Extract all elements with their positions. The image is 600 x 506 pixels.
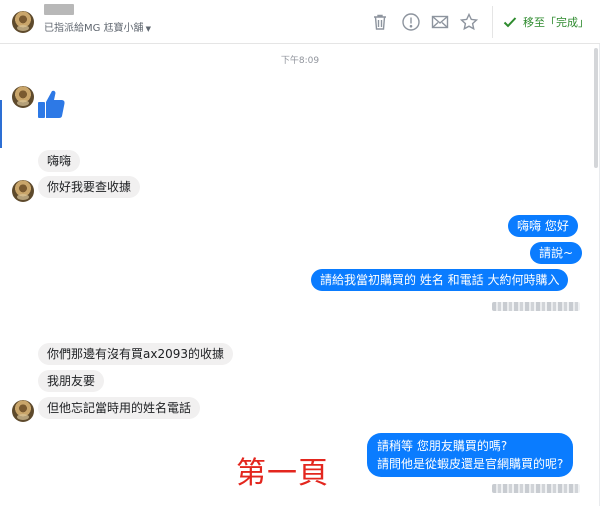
seen-receipt [492, 484, 580, 493]
message-line: 請稍等 您朋友購買的嗎? [377, 439, 508, 453]
message-bubble-outgoing[interactable]: 請給我當初購買的 姓名 和電話 大約何時購入 [311, 269, 569, 291]
conversation-header: 已指派給MG 尪寶小舖 ▼ 移至「完成」 [0, 0, 600, 44]
message-bubble-outgoing[interactable]: 請說~ [530, 242, 583, 264]
thumbs-up-icon [36, 88, 66, 120]
message-bubble-incoming[interactable]: 你們那邊有沒有買ax2093的收據 [38, 343, 233, 365]
page-caption: 第一頁 [236, 456, 329, 491]
mail-icon[interactable] [430, 12, 450, 32]
message-timestamp: 下午8:09 [280, 56, 320, 66]
customer-avatar[interactable] [12, 86, 34, 108]
customer-name-redacted [44, 4, 74, 15]
message-bubble-incoming[interactable]: 但他忘記當時用的姓名電話 [38, 397, 201, 419]
message-bubble-incoming[interactable]: 我朋友要 [38, 370, 105, 392]
message-bubble-incoming[interactable]: 你好我要查收據 [38, 176, 141, 198]
checkmark-icon [503, 17, 517, 28]
caret-down-icon: ▼ [145, 25, 151, 33]
message-bubble-incoming[interactable]: 嗨嗨 [38, 150, 81, 172]
seen-receipt [492, 302, 580, 311]
assignment-dropdown[interactable]: 已指派給MG 尪寶小舖 ▼ [44, 19, 151, 34]
info-icon[interactable] [401, 12, 421, 32]
message-bubble-outgoing[interactable]: 請稍等 您朋友購買的嗎? 請問他是從蝦皮還是官網購買的呢? [367, 433, 574, 477]
focus-indicator [0, 100, 2, 148]
trash-icon[interactable] [370, 12, 390, 32]
customer-avatar[interactable] [12, 400, 34, 422]
scrollbar[interactable] [594, 48, 598, 168]
message-line: 請問他是從蝦皮還是官網購買的呢? [377, 457, 564, 471]
message-bubble-outgoing[interactable]: 嗨嗨 您好 [508, 215, 578, 237]
move-to-done-button[interactable]: 移至「完成」 [492, 6, 600, 38]
customer-avatar[interactable] [12, 180, 34, 202]
star-icon[interactable] [459, 12, 479, 32]
customer-avatar[interactable] [12, 11, 34, 33]
